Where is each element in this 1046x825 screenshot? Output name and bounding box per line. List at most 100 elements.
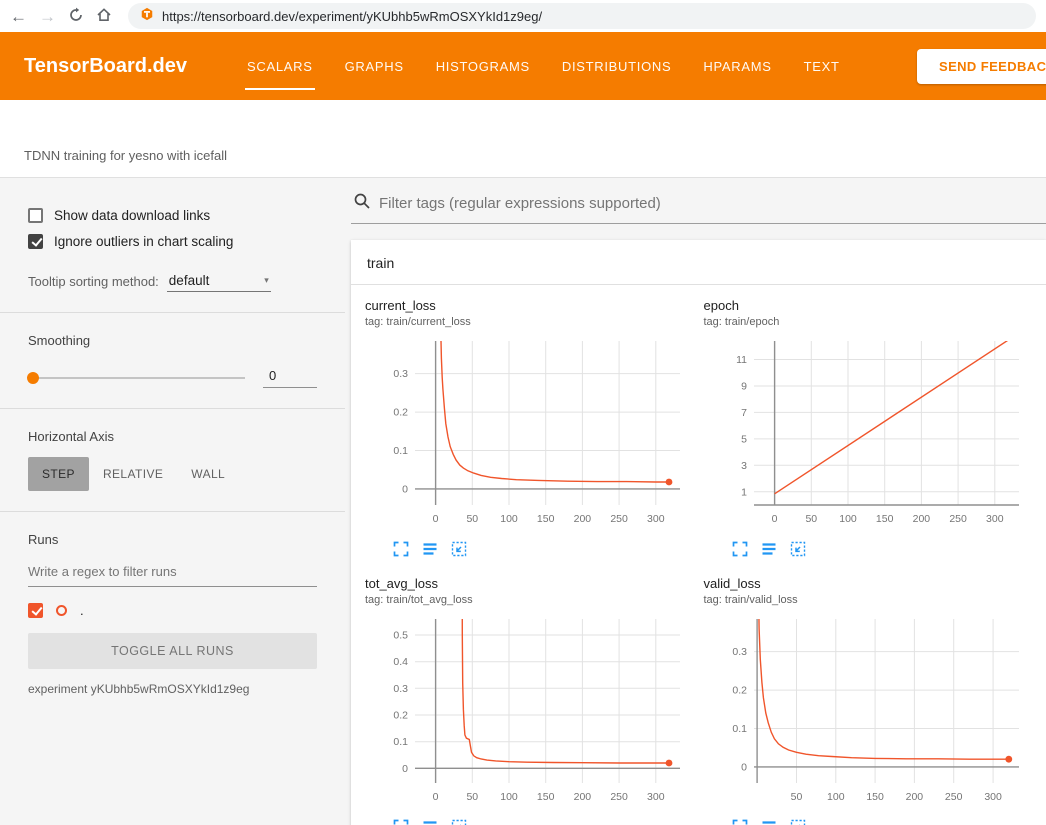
fit-domain-icon[interactable] [790,819,806,825]
show-download-links-row[interactable]: Show data download links [28,208,317,223]
settings-sidebar: Show data download links Ignore outliers… [0,178,345,825]
svg-text:250: 250 [610,513,628,525]
app-logo[interactable]: TensorBoard.dev [24,55,187,78]
svg-text:300: 300 [647,513,665,525]
run-name: . [80,603,84,618]
main-panel: train current_loss tag: train/current_lo… [345,178,1046,825]
tab-scalars[interactable]: SCALARS [231,32,329,100]
run-list-item[interactable]: . [28,603,317,618]
svg-text:0: 0 [741,761,747,773]
browser-toolbar: ← → https://tensorboard.dev/experiment/y… [0,0,1046,32]
show-download-checkbox[interactable] [28,208,43,223]
train-section-card: train current_loss tag: train/current_lo… [351,240,1046,825]
tooltip-sorting-value: default [169,273,210,288]
svg-text:150: 150 [537,791,555,803]
tag-filter-input[interactable] [379,195,1046,212]
runs-filter-input[interactable] [28,560,317,587]
smoothing-value[interactable]: 0 [263,368,317,388]
axis-step-button[interactable]: STEP [28,457,89,491]
run-checkbox[interactable] [28,603,43,618]
tooltip-sorting-select[interactable]: default ▾ [167,271,271,292]
tab-histograms[interactable]: HISTOGRAMS [420,32,546,100]
svg-text:0.4: 0.4 [393,656,408,668]
svg-text:150: 150 [875,513,893,525]
svg-text:0.2: 0.2 [393,710,408,722]
smoothing-slider[interactable] [28,377,245,379]
horizontal-axis-toggle: STEP RELATIVE WALL [28,457,317,491]
fit-domain-icon[interactable] [790,541,806,557]
chart-title: tot_avg_loss [365,575,694,593]
tab-hparams[interactable]: HPARAMS [687,32,787,100]
tag-filter-row [351,188,1046,224]
data-table-icon[interactable] [761,541,777,557]
chart-tag: tag: train/current_loss [365,315,694,330]
tab-text[interactable]: TEXT [788,32,856,100]
svg-text:11: 11 [736,354,747,366]
svg-text:150: 150 [537,513,555,525]
address-bar[interactable]: https://tensorboard.dev/experiment/yKUbh… [128,3,1036,29]
svg-text:0.2: 0.2 [732,685,747,697]
back-icon[interactable]: ← [10,8,27,25]
send-feedback-button[interactable]: SEND FEEDBACK [917,49,1046,84]
chart-title: valid_loss [704,575,1033,593]
svg-text:250: 250 [610,791,628,803]
charts-grid: current_loss tag: train/current_loss 00.… [351,285,1046,825]
divider [0,312,345,313]
tab-graphs[interactable]: GRAPHS [329,32,420,100]
data-table-icon[interactable] [422,819,438,825]
fit-domain-icon[interactable] [451,541,467,557]
expand-icon[interactable] [393,819,409,825]
svg-text:0.3: 0.3 [732,646,747,658]
axis-wall-button[interactable]: WALL [177,457,239,491]
expand-icon[interactable] [732,541,748,557]
scalar-line-chart[interactable]: 1357911050100150200250300 [704,335,1024,535]
fit-domain-icon[interactable] [451,819,467,825]
svg-text:200: 200 [574,791,592,803]
ignore-outliers-label: Ignore outliers in chart scaling [54,234,233,249]
experiment-title: TDNN training for yesno with icefall [24,148,227,163]
scalar-line-chart[interactable]: 00.10.20.30.40.5050100150200250300 [365,613,685,813]
home-icon[interactable] [96,7,112,26]
tab-distributions[interactable]: DISTRIBUTIONS [546,32,688,100]
ignore-outliers-row[interactable]: Ignore outliers in chart scaling [28,234,317,249]
svg-text:0.1: 0.1 [393,736,408,748]
forward-icon[interactable]: → [39,8,56,25]
ignore-outliers-checkbox[interactable] [28,234,43,249]
chart-tag: tag: train/valid_loss [704,593,1033,608]
chart-tag: tag: train/epoch [704,315,1033,330]
chart-card-current-loss: current_loss tag: train/current_loss 00.… [365,297,694,557]
horizontal-axis-label: Horizontal Axis [28,429,317,444]
svg-text:50: 50 [790,791,802,803]
toggle-all-runs-button[interactable]: TOGGLE ALL RUNS [28,633,317,669]
svg-text:50: 50 [466,513,478,525]
experiment-id-note: experiment yKUbhb5wRmOSXYkId1z9eg [28,682,317,696]
axis-relative-button[interactable]: RELATIVE [89,457,177,491]
slider-thumb[interactable] [27,372,39,384]
chart-card-valid-loss: valid_loss tag: train/valid_loss 00.10.2… [704,575,1033,825]
svg-text:0: 0 [402,763,408,775]
nav-tabs: SCALARS GRAPHS HISTOGRAMS DISTRIBUTIONS … [231,32,856,100]
smoothing-label: Smoothing [28,333,317,348]
svg-text:200: 200 [905,791,923,803]
data-table-icon[interactable] [761,819,777,825]
data-table-icon[interactable] [422,541,438,557]
chevron-down-icon: ▾ [264,275,269,286]
expand-icon[interactable] [393,541,409,557]
scalar-line-chart[interactable]: 00.10.20.350100150200250300 [704,613,1024,813]
chart-title: epoch [704,297,1033,315]
svg-text:0: 0 [433,791,439,803]
reload-icon[interactable] [68,7,84,26]
scalar-line-chart[interactable]: 00.10.20.3050100150200250300 [365,335,685,535]
chart-card-tot-avg-loss: tot_avg_loss tag: train/tot_avg_loss 0 0.… [365,575,694,825]
run-color-icon [56,605,67,616]
chart-tag: tag: train/tot_avg_loss [365,593,694,608]
svg-text:100: 100 [500,791,518,803]
section-header-train[interactable]: train [351,240,1046,285]
url-text[interactable]: https://tensorboard.dev/experiment/yKUbh… [162,9,542,24]
site-favicon [140,7,154,26]
chart-card-epoch: epoch tag: train/epoch 13579110501001502… [704,297,1033,557]
svg-text:7: 7 [741,407,747,419]
expand-icon[interactable] [732,819,748,825]
divider [0,408,345,409]
svg-text:0.3: 0.3 [393,683,408,695]
